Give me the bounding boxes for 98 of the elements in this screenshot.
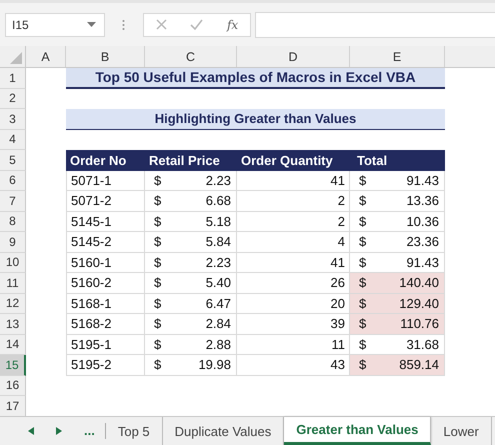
price-value: 5.84 (206, 234, 231, 250)
table-cell: 5145-2 (66, 232, 145, 252)
row-header[interactable]: 3 (0, 109, 26, 130)
currency-symbol: $ (359, 193, 366, 208)
currency-symbol: $ (359, 275, 366, 290)
table-cell: 5168-1 (66, 294, 145, 314)
currency-symbol: $ (154, 275, 162, 290)
currency-symbol: $ (359, 234, 366, 250)
row-header[interactable]: 16 (0, 376, 26, 396)
row-header[interactable]: 7 (0, 191, 26, 212)
formula-bar[interactable] (255, 12, 495, 38)
price-value: 2.23 (206, 254, 231, 270)
total-value: 110.76 (400, 316, 439, 332)
total-value: 10.36 (406, 214, 439, 229)
currency-symbol: $ (359, 214, 366, 229)
price-value: 5.18 (206, 214, 231, 229)
currency-symbol: $ (359, 316, 366, 332)
currency-symbol: $ (154, 296, 162, 311)
total-value: 23.36 (406, 234, 439, 250)
table-cell: 41 (237, 252, 350, 273)
row-header[interactable]: 2 (0, 88, 26, 109)
insert-function-button[interactable]: fx (226, 18, 238, 32)
row-header[interactable]: 17 (0, 396, 26, 416)
row-header[interactable]: 14 (0, 334, 26, 355)
price-value: 6.47 (206, 296, 231, 311)
row-header[interactable]: 12 (0, 294, 26, 314)
cancel-icon[interactable] (156, 19, 167, 30)
grip-icon (122, 18, 125, 30)
currency-symbol: $ (154, 172, 162, 188)
column-header[interactable]: B (66, 46, 145, 67)
sheet-tab[interactable]: Greater than Values (284, 417, 432, 445)
total-value: 13.36 (406, 193, 439, 208)
price-value: 19.98 (198, 357, 231, 372)
currency-symbol: $ (359, 296, 366, 311)
total-value: 140.40 (399, 275, 439, 290)
column-header[interactable]: E (350, 46, 445, 67)
total-value: 859.14 (399, 357, 439, 372)
sheet-title: Top 50 Useful Examples of Macros in Excel VBA (66, 68, 445, 88)
table-cell: 41 (237, 170, 350, 191)
table-cell: 5168-2 (66, 314, 145, 334)
row-header[interactable]: 8 (0, 212, 26, 232)
row-header[interactable]: 5 (0, 150, 26, 170)
total-value: 31.68 (406, 336, 439, 352)
price-value: 2.84 (206, 316, 231, 332)
row-header[interactable]: 4 (0, 130, 26, 150)
table-cell: 5160-1 (66, 252, 145, 273)
currency-symbol: $ (359, 357, 366, 372)
table-cell: 4 (237, 232, 350, 252)
more-sheets-button[interactable]: ... (84, 423, 106, 439)
currency-symbol: $ (154, 254, 162, 270)
table-cell: 5195-2 (66, 355, 145, 376)
table-cell: 5071-2 (66, 191, 145, 212)
name-box[interactable]: I15 (5, 12, 105, 36)
check-icon[interactable] (190, 19, 204, 30)
table-cell: 5195-1 (66, 334, 145, 355)
currency-symbol: $ (154, 214, 162, 229)
total-value: 91.43 (406, 172, 439, 188)
row-header[interactable]: 15 (0, 355, 26, 376)
row-header[interactable]: 9 (0, 232, 26, 252)
total-value: 129.40 (399, 296, 439, 311)
price-value: 5.40 (206, 275, 231, 290)
column-header[interactable]: A (26, 46, 66, 67)
row-header[interactable]: 6 (0, 170, 26, 191)
table-cell: 5071-1 (66, 170, 145, 191)
currency-symbol: $ (154, 357, 162, 372)
price-value: 2.88 (206, 336, 231, 352)
table-cell: 2 (237, 191, 350, 212)
currency-symbol: $ (154, 316, 162, 332)
currency-symbol: $ (154, 336, 162, 352)
column-header[interactable]: D (237, 46, 350, 67)
table-header-cell: Order Quantity (237, 150, 350, 170)
currency-symbol: $ (154, 193, 162, 208)
currency-symbol: $ (359, 172, 366, 188)
row-header[interactable]: 11 (0, 273, 26, 294)
table-cell: 2 (237, 212, 350, 232)
table-header-cell: Order No (66, 150, 145, 170)
price-value: 2.23 (206, 172, 231, 188)
table-header-cell: Retail Price (145, 150, 237, 170)
table-cell: 11 (237, 334, 350, 355)
total-value: 91.43 (406, 254, 439, 270)
column-header[interactable]: C (145, 46, 237, 67)
row-header[interactable]: 1 (0, 68, 26, 88)
sheet-subtitle: Highlighting Greater than Values (66, 109, 445, 130)
select-all-icon[interactable] (10, 52, 22, 64)
sheet-tab[interactable]: Top 5 (106, 417, 163, 445)
dropdown-caret-icon[interactable] (87, 22, 96, 27)
sheet-tab[interactable]: Lower (431, 417, 492, 445)
currency-symbol: $ (359, 254, 366, 270)
table-header-cell: Total (350, 150, 445, 170)
row-header[interactable]: 10 (0, 252, 26, 273)
next-sheet-icon[interactable] (56, 427, 62, 435)
currency-symbol: $ (154, 234, 162, 250)
table-cell: 5145-1 (66, 212, 145, 232)
previous-sheet-icon[interactable] (28, 427, 34, 435)
table-cell: 5160-2 (66, 273, 145, 294)
price-value: 6.68 (206, 193, 231, 208)
row-header[interactable]: 13 (0, 314, 26, 334)
currency-symbol: $ (359, 336, 366, 352)
